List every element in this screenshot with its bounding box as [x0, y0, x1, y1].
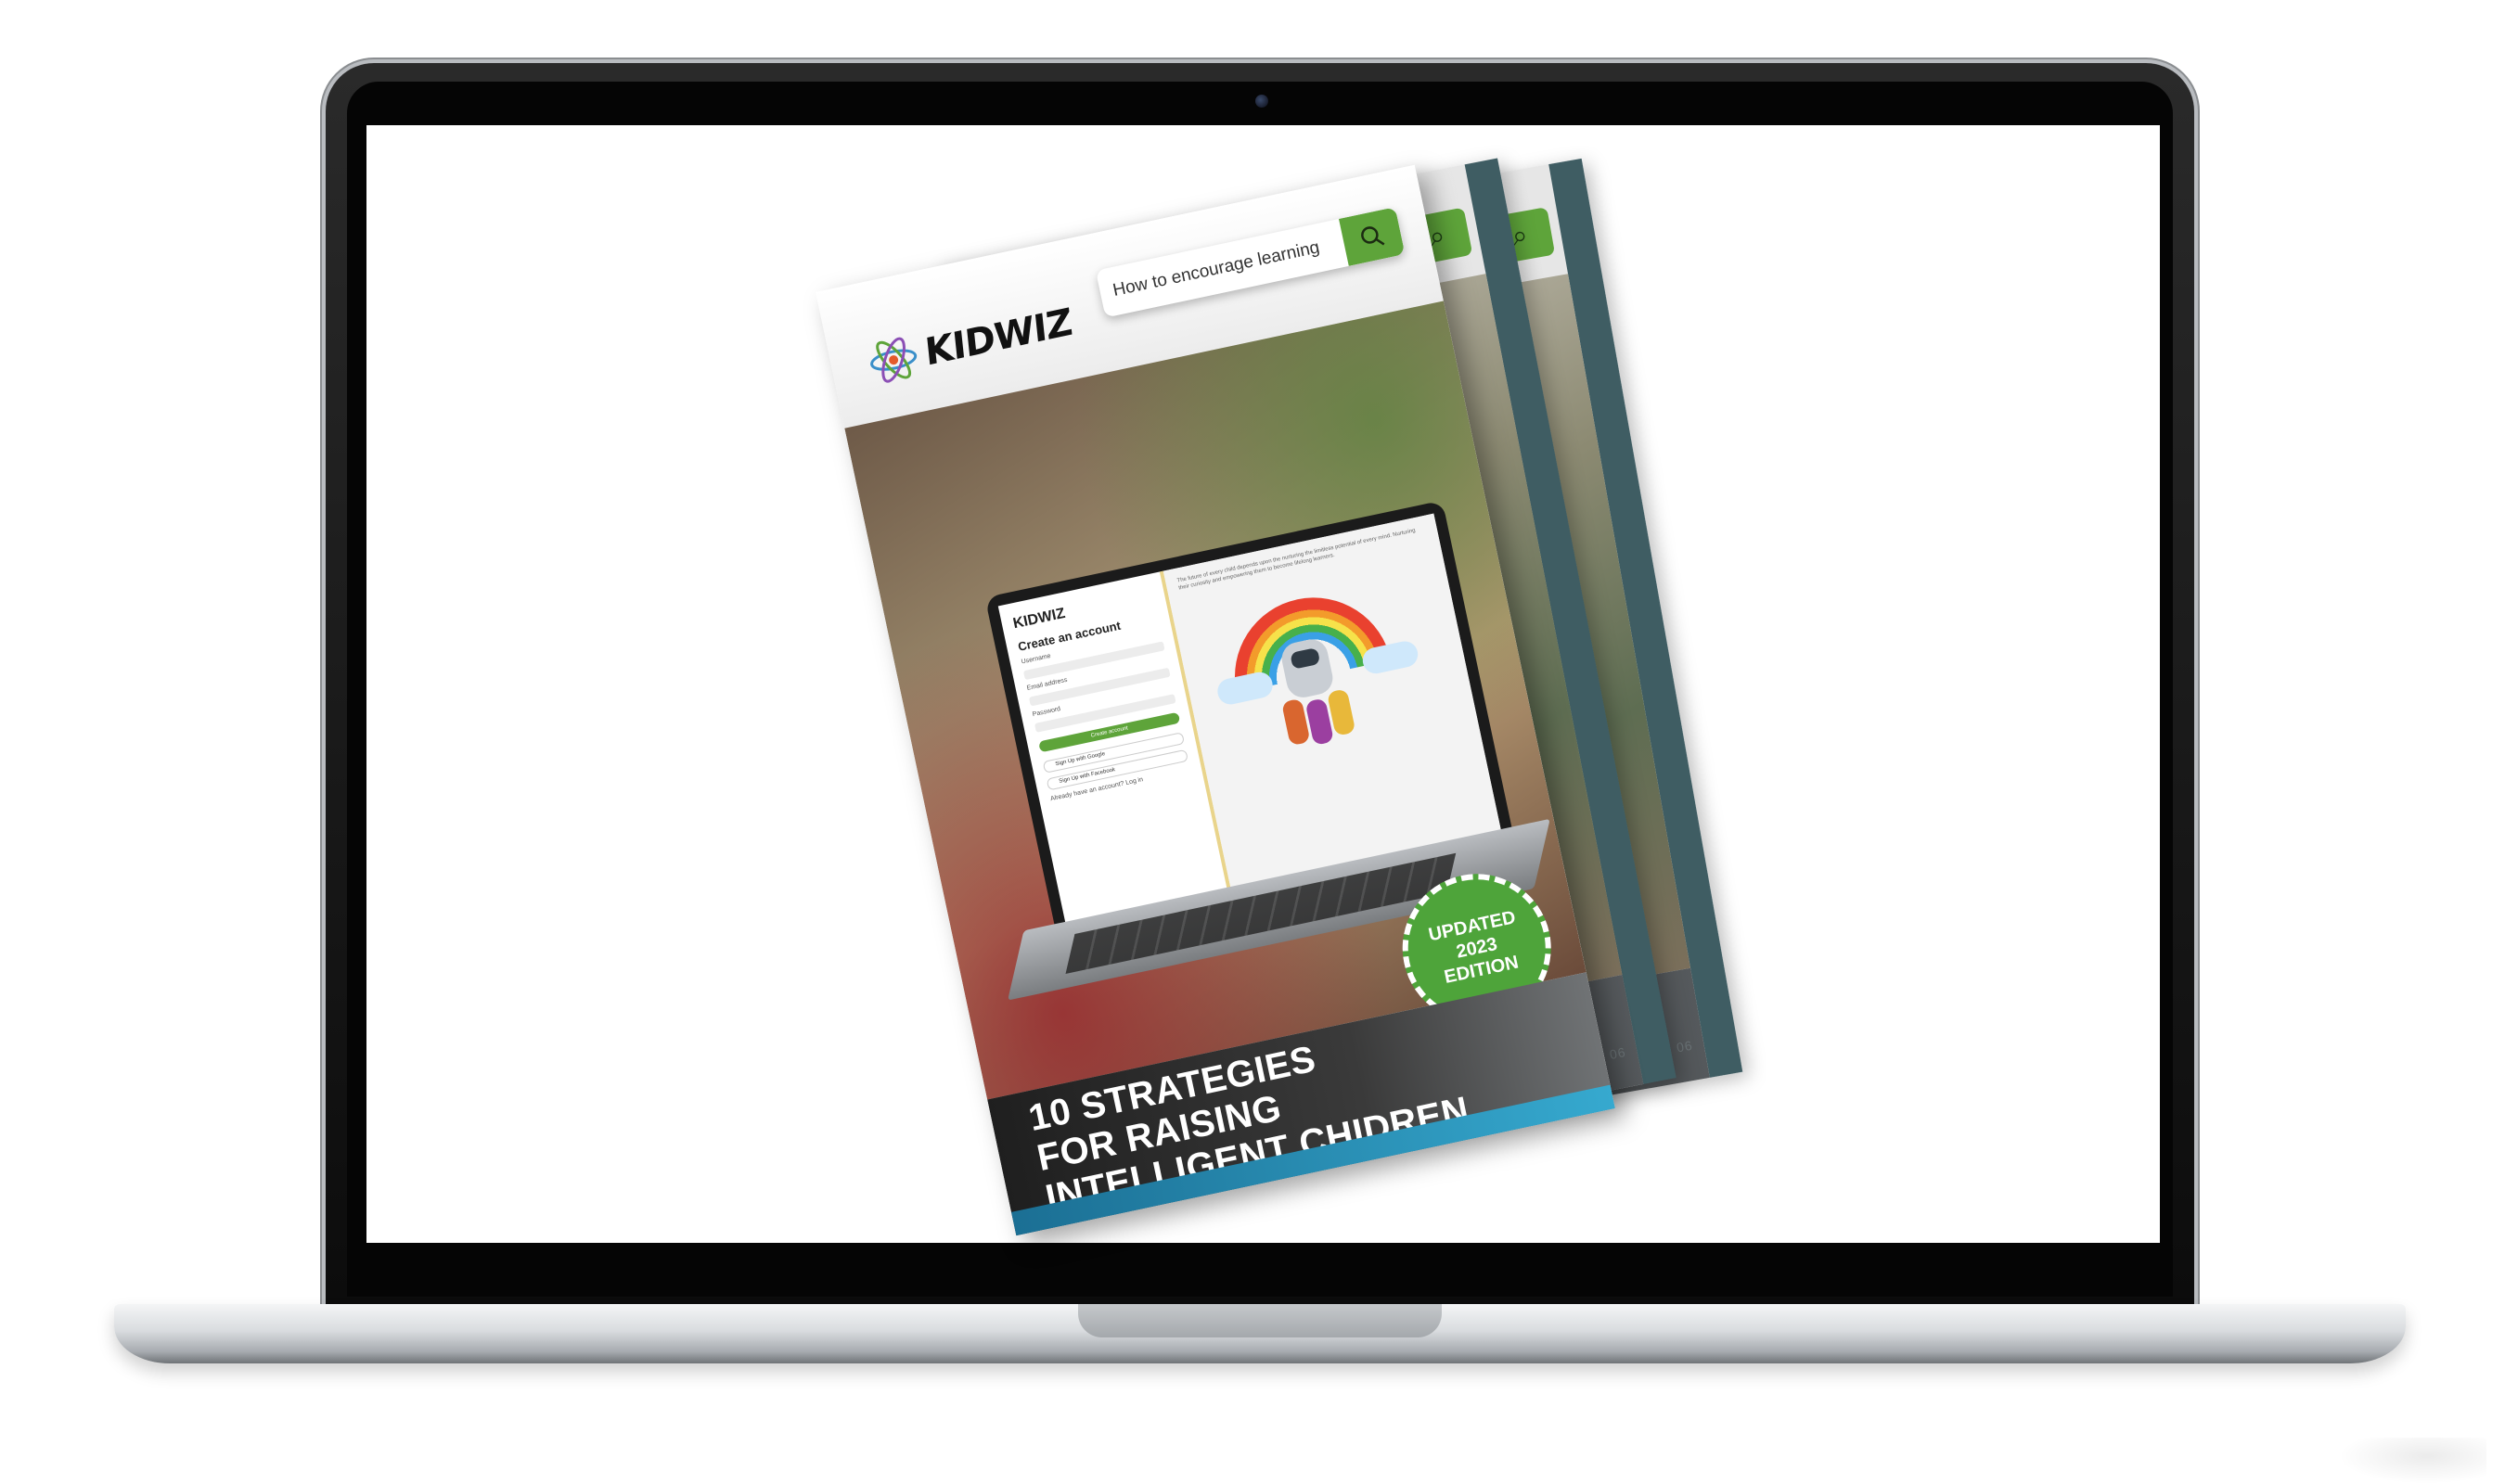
atom-icon [870, 337, 918, 383]
search-icon [1361, 226, 1385, 246]
search-query: How to encourage learning [1111, 237, 1322, 301]
search-bar: How to encourage learning [1095, 207, 1406, 318]
brand-name: KIDWIZ [922, 301, 1074, 375]
shadow [2338, 1438, 2486, 1484]
camera-icon [1255, 95, 1268, 108]
laptop-base-notch [1078, 1304, 1442, 1337]
robot-face [1290, 646, 1321, 670]
brand-logo: KIDWIZ [864, 298, 1076, 390]
quote-text: The future of every child depends upon t… [1176, 528, 1417, 592]
cloud-left [1215, 670, 1276, 707]
search-button [1339, 207, 1406, 266]
